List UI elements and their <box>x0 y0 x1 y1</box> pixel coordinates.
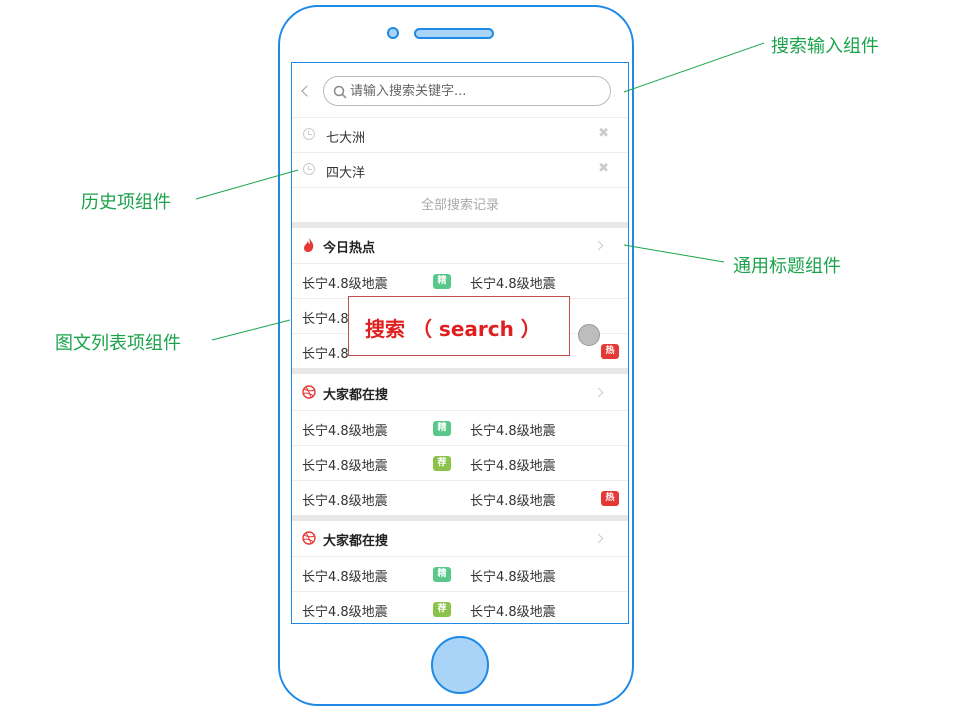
annotation-list-component: 图文列表项组件 <box>55 333 181 354</box>
annotation-history-component: 历史项组件 <box>81 192 171 213</box>
annotation-lines <box>195 42 765 341</box>
annotation-search-component: 搜索输入组件 <box>771 36 879 57</box>
annotation-title-component: 通用标题组件 <box>733 256 841 277</box>
